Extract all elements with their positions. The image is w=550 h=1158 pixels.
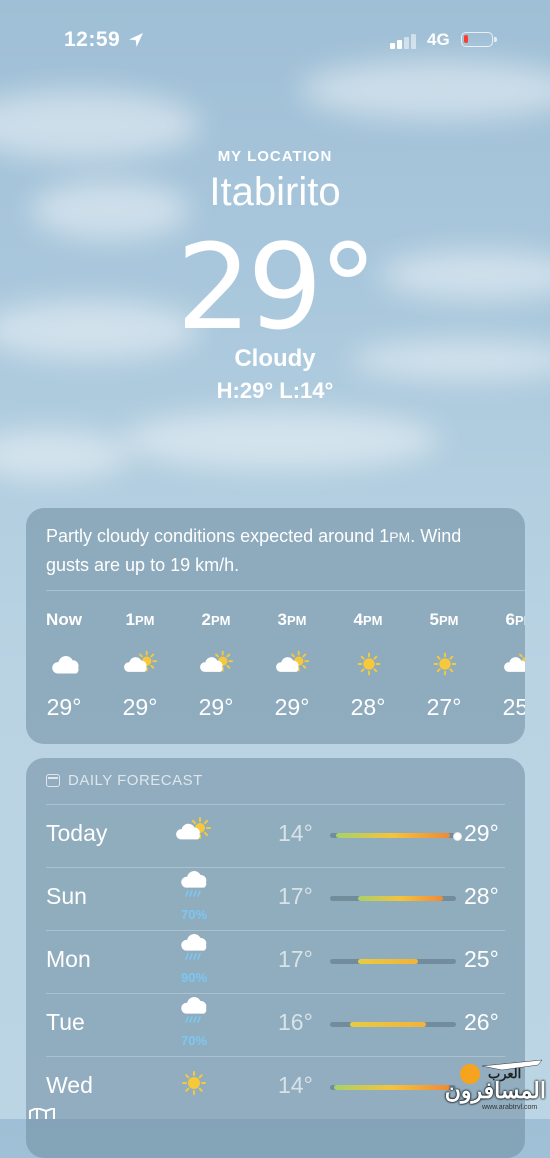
hour-temp: 29° — [274, 694, 310, 720]
hour-item: 2PM 29° — [186, 610, 246, 720]
low-temp: 17° — [278, 883, 313, 909]
temp-range-fill — [357, 959, 419, 964]
forecast-summary: Partly cloudy conditions expected around… — [46, 526, 462, 575]
hour-item: 4PM 28° — [338, 610, 398, 720]
day-name: Sun — [46, 883, 87, 909]
cloud-icon — [48, 650, 82, 678]
low-temp: 14° — [278, 1072, 313, 1098]
partly-sunny-icon — [504, 650, 525, 678]
temp-range-bar — [330, 896, 456, 901]
hour-temp: 29° — [46, 694, 82, 720]
precip-chance: 70% — [180, 907, 208, 922]
daily-forecast-header: DAILY FORECAST — [46, 772, 203, 789]
temp-range-bar — [330, 1085, 456, 1090]
rain-cloud-icon — [176, 871, 212, 901]
hour-temp: 29° — [122, 694, 158, 720]
calendar-icon — [46, 774, 60, 787]
sun-icon — [176, 1068, 212, 1098]
hour-label: Now — [46, 610, 82, 629]
low-temp: 16° — [278, 1009, 313, 1035]
current-condition: Cloudy — [234, 345, 316, 372]
hour-item: 5PM 27° — [414, 610, 474, 720]
sun-icon — [352, 650, 386, 678]
battery-icon — [461, 32, 497, 47]
hour-item: 1PM 29° — [110, 610, 170, 720]
precip-chance: 70% — [180, 1033, 208, 1048]
hour-label: 6PM — [505, 610, 525, 629]
day-row[interactable]: Sun 70% 17° 28° — [26, 867, 525, 930]
hourly-forecast-card[interactable]: Partly cloudy conditions expected around… — [26, 508, 525, 744]
network-type: 4G — [427, 30, 450, 49]
partly-sunny-icon — [200, 650, 234, 678]
hour-temp: 28° — [350, 694, 386, 720]
hour-item: Now 29° — [34, 610, 94, 720]
low-temp: 17° — [278, 946, 313, 972]
partly-sunny-icon — [276, 650, 310, 678]
current-temp-dot — [453, 832, 462, 841]
precip-chance: 90% — [180, 970, 208, 985]
sun-icon — [428, 650, 462, 678]
status-bar: 12:59 4G — [0, 28, 550, 56]
hour-label: 5PM — [429, 610, 459, 629]
high-low: H:29° L:14° — [216, 378, 334, 403]
day-name: Today — [46, 820, 108, 846]
hour-temp: 27° — [426, 694, 462, 720]
day-row[interactable]: Tue 70% 16° 26° — [26, 993, 525, 1056]
divider — [46, 590, 525, 591]
temp-range-bar — [330, 959, 456, 964]
rain-cloud-icon — [176, 934, 212, 964]
low-temp: 14° — [278, 820, 313, 846]
hour-item: 3PM 29° — [262, 610, 322, 720]
city-name: Itabirito — [209, 170, 341, 214]
day-row[interactable]: Today 14° 29° — [26, 804, 525, 867]
map-icon[interactable] — [28, 1108, 56, 1120]
temp-range-fill — [336, 833, 450, 838]
high-temp: 25° — [464, 946, 499, 972]
temp-range-fill — [350, 1022, 426, 1027]
status-time: 12:59 — [64, 28, 121, 51]
day-name: Mon — [46, 946, 91, 972]
cellular-signal-icon — [390, 34, 416, 49]
temp-range-fill — [357, 896, 444, 901]
hour-label: 2PM — [201, 610, 231, 629]
high-temp: 29° — [464, 820, 499, 846]
day-row[interactable]: Mon 90% 17° 25° — [26, 930, 525, 993]
current-temperature: 29° — [176, 218, 377, 356]
hour-item: 6PM 25° — [490, 610, 525, 720]
partly-sunny-icon — [176, 816, 212, 846]
hour-label: 3PM — [277, 610, 307, 629]
watermark-logo: العرب المسافرون www.arabtrvl.com — [442, 1056, 546, 1114]
temp-range-bar — [330, 832, 462, 841]
high-temp: 26° — [464, 1009, 499, 1035]
hour-label: 4PM — [353, 610, 383, 629]
hour-temp: 29° — [198, 694, 234, 720]
hour-temp: 25° — [502, 694, 525, 720]
high-temp: 28° — [464, 883, 499, 909]
partly-sunny-icon — [124, 650, 158, 678]
day-name: Wed — [46, 1072, 93, 1098]
hour-label: 1PM — [125, 610, 155, 629]
location-label: MY LOCATION — [217, 148, 333, 165]
rain-cloud-icon — [176, 997, 212, 1027]
day-name: Tue — [46, 1009, 85, 1035]
location-arrow-icon — [129, 33, 143, 47]
temp-range-fill — [333, 1085, 450, 1090]
temp-range-bar — [330, 1022, 456, 1027]
